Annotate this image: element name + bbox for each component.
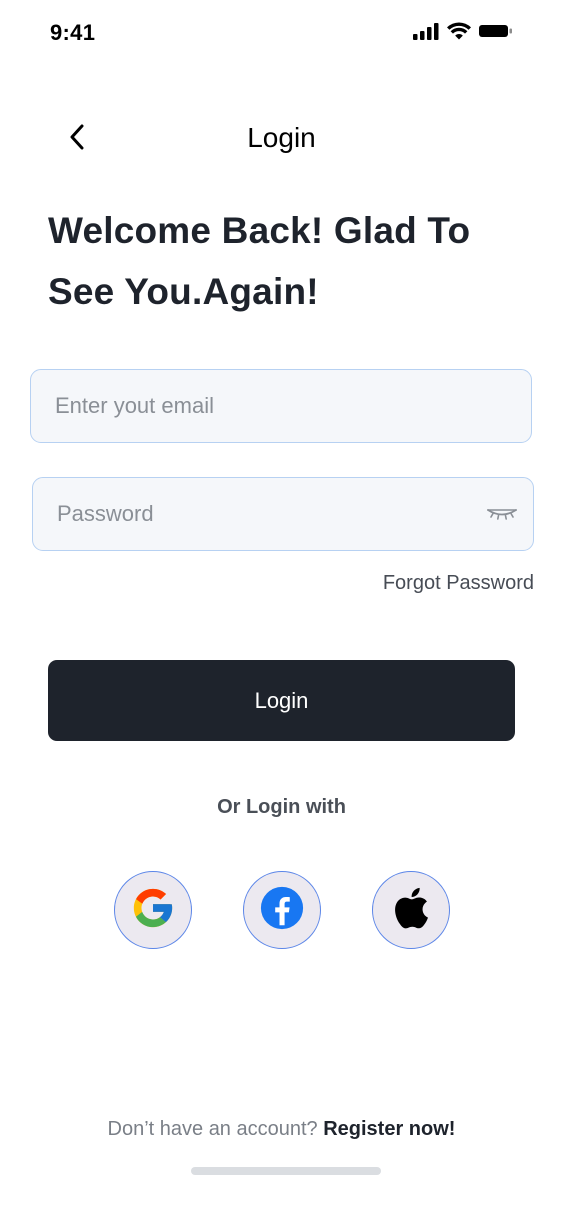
apple-icon	[391, 886, 431, 935]
welcome-heading-line1: Welcome Back! Glad To	[48, 210, 471, 251]
battery-icon	[479, 24, 513, 38]
welcome-heading-line2: See You.Again!	[48, 271, 319, 312]
status-bar: 9:41	[0, 0, 563, 66]
register-now-link[interactable]: Register now!	[323, 1118, 455, 1140]
page-title: Login	[247, 122, 316, 153]
apple-login-button[interactable]	[372, 871, 450, 949]
welcome-heading: Welcome Back! Glad To See You.Again!	[48, 200, 528, 322]
forgot-password-link[interactable]: Forgot Password	[383, 572, 534, 595]
login-button-label: Login	[254, 687, 309, 713]
google-icon	[130, 885, 176, 936]
login-button[interactable]: Login	[48, 660, 515, 741]
cellular-signal-icon	[413, 22, 439, 40]
facebook-login-button[interactable]	[243, 871, 321, 949]
password-field[interactable]	[33, 478, 533, 550]
home-indicator[interactable]	[191, 1167, 381, 1175]
google-login-button[interactable]	[114, 871, 192, 949]
register-prompt: Don’t have an account? Register now!	[0, 1118, 563, 1141]
wifi-icon	[447, 22, 471, 40]
facebook-icon	[259, 885, 305, 936]
or-login-with-label: Or Login with	[217, 796, 346, 818]
email-field[interactable]	[31, 370, 531, 442]
email-field-container	[30, 369, 532, 443]
social-login-row	[0, 871, 563, 949]
status-time: 9:41	[50, 20, 96, 45]
password-field-container	[32, 477, 534, 551]
eye-closed-icon[interactable]	[485, 504, 519, 526]
status-icons	[413, 22, 513, 40]
register-prompt-text: Don’t have an account?	[107, 1118, 324, 1140]
